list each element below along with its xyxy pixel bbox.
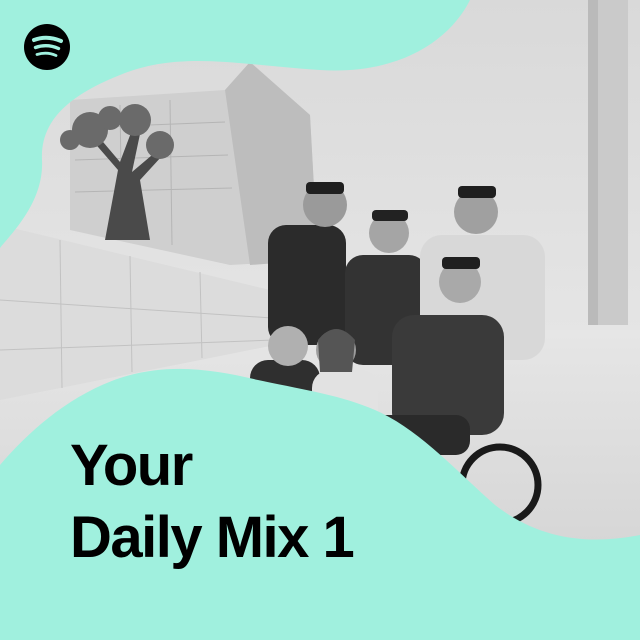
title-line-2: Daily Mix 1 — [70, 505, 355, 570]
playlist-title: Your Daily Mix 1 — [70, 430, 355, 574]
playlist-cover: Your Daily Mix 1 — [0, 0, 640, 640]
title-line-1: Your — [70, 433, 193, 498]
spotify-logo-icon — [24, 24, 70, 70]
top-accent-shape — [0, 0, 470, 248]
